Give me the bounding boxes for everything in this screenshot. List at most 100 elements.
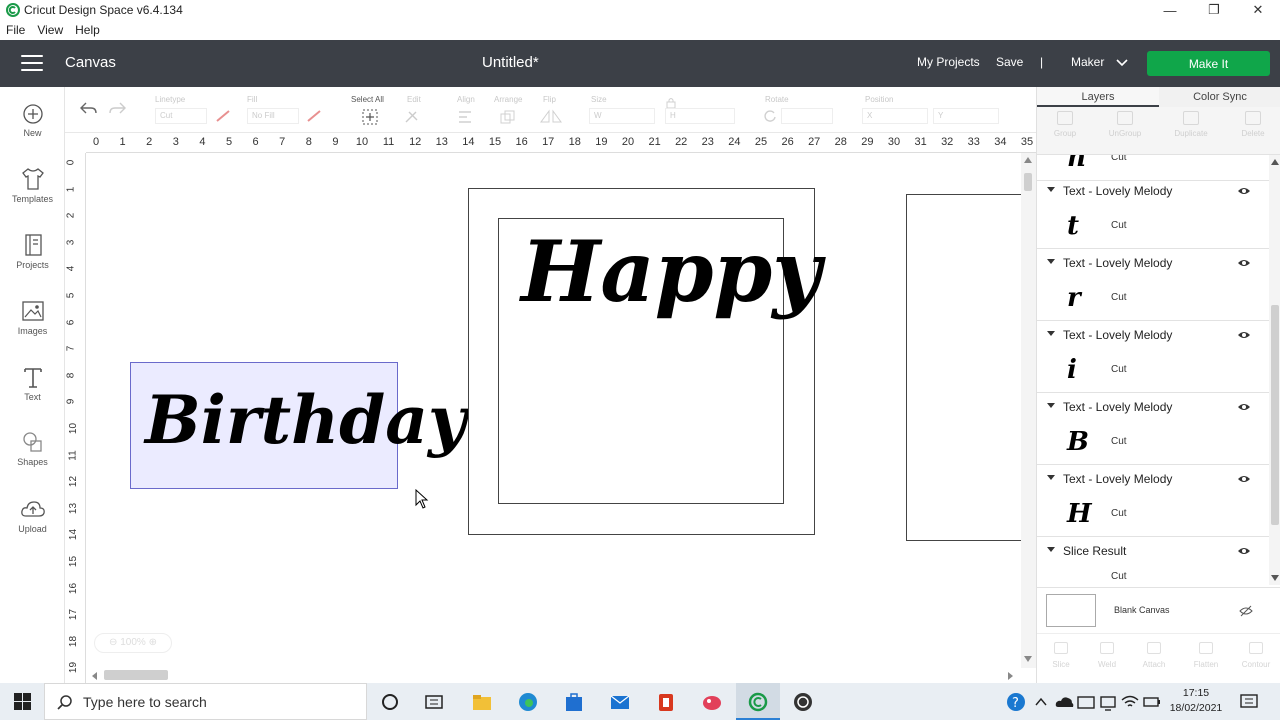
blank-canvas-row[interactable]: Blank Canvas (1037, 587, 1280, 633)
pen-color-icon[interactable] (215, 109, 231, 123)
blank-canvas-swatch[interactable] (1046, 594, 1096, 627)
canvas-vertical-scrollbar[interactable] (1021, 153, 1036, 668)
attach-button[interactable]: Attach (1130, 642, 1178, 669)
height-input[interactable]: H (665, 108, 735, 124)
layer-row-slice[interactable]: Cut (1037, 565, 1269, 585)
card-inner-frame[interactable]: Happy (498, 218, 821, 504)
sidebar-item-shapes[interactable]: Shapes (0, 430, 65, 467)
edit-icon[interactable] (403, 109, 421, 125)
layer-row[interactable]: B Cut (1037, 421, 1269, 465)
scroll-down-icon[interactable] (1024, 656, 1032, 662)
menu-help[interactable]: Help (75, 23, 100, 37)
layers-scroll-thumb[interactable] (1271, 305, 1279, 525)
zoom-control[interactable]: ⊖ 100% ⊕ (94, 633, 172, 653)
taskbar-active-app[interactable] (736, 683, 780, 720)
layer-row[interactable]: r Cut (1037, 277, 1269, 321)
chevron-down-icon[interactable] (1116, 59, 1128, 67)
zoom-in-icon[interactable]: ⊕ (149, 637, 157, 648)
notifications-icon[interactable] (1238, 691, 1260, 713)
eye-icon[interactable] (1237, 472, 1251, 486)
arrange-icon[interactable] (499, 109, 519, 125)
duplicate-button[interactable]: Duplicate (1163, 111, 1219, 138)
undo-icon[interactable] (79, 101, 97, 115)
eye-hidden-icon[interactable] (1239, 604, 1253, 618)
scroll-right-icon[interactable] (1008, 672, 1014, 680)
scroll-up-icon[interactable] (1024, 157, 1032, 163)
zoom-out-icon[interactable]: ⊖ (109, 637, 117, 648)
sidebar-item-projects[interactable]: Projects (0, 233, 65, 270)
chevron-up-icon[interactable] (1030, 691, 1052, 713)
x-input[interactable]: X (862, 108, 928, 124)
tab-color-sync[interactable]: Color Sync (1159, 87, 1280, 107)
menu-view[interactable]: View (37, 23, 63, 37)
task-view-icon[interactable] (423, 691, 445, 713)
birthday-text[interactable]: Birthday (145, 375, 466, 465)
eye-icon[interactable] (1237, 256, 1251, 270)
network-icon[interactable] (1097, 691, 1119, 713)
wifi-icon[interactable] (1119, 691, 1141, 713)
caret-down-icon[interactable] (1047, 547, 1055, 552)
rotate-input[interactable] (781, 108, 833, 124)
document-title[interactable]: Untitled* (482, 54, 539, 71)
sidebar-item-templates[interactable]: Templates (0, 167, 65, 204)
layer-group-header-slice[interactable]: Slice Result (1037, 537, 1269, 565)
horizontal-scroll-thumb[interactable] (104, 670, 168, 680)
happy-text[interactable]: Happy (521, 217, 821, 327)
flip-icon[interactable] (539, 109, 563, 125)
system-clock[interactable]: 17:15 18/02/2021 (1166, 686, 1226, 716)
design-canvas[interactable]: Birthday Happy ⊖ 100% ⊕ (86, 153, 1021, 668)
hamburger-menu-icon[interactable] (21, 55, 43, 71)
caret-down-icon[interactable] (1047, 259, 1055, 264)
help-icon[interactable]: ? (1005, 691, 1027, 713)
fill-color-icon[interactable] (306, 109, 322, 123)
canvas-horizontal-scrollbar[interactable] (86, 668, 1021, 683)
make-it-button[interactable]: Make It (1147, 51, 1270, 76)
align-icon[interactable] (457, 109, 477, 125)
y-input[interactable]: Y (933, 108, 999, 124)
caret-down-icon[interactable] (1047, 475, 1055, 480)
redo-icon[interactable] (109, 101, 127, 115)
flatten-button[interactable]: Flatten (1182, 642, 1230, 669)
caret-down-icon[interactable] (1047, 403, 1055, 408)
tab-layers[interactable]: Layers (1037, 87, 1159, 107)
cortana-icon[interactable] (379, 691, 401, 713)
eye-icon[interactable] (1237, 328, 1251, 342)
my-projects-button[interactable]: My Projects (917, 55, 980, 69)
fill-select[interactable]: No Fill (247, 108, 299, 124)
save-button[interactable]: Save (996, 55, 1023, 69)
office-icon[interactable] (655, 691, 677, 713)
layer-group-header[interactable]: Text - Lovely Melody (1037, 177, 1269, 205)
paint-app-icon[interactable] (701, 691, 723, 713)
scroll-up-icon[interactable] (1271, 159, 1279, 165)
edge-browser-icon[interactable] (517, 691, 539, 713)
linetype-select[interactable]: Cut (155, 108, 207, 124)
slice-button[interactable]: Slice (1037, 642, 1085, 669)
scroll-down-icon[interactable] (1271, 575, 1279, 581)
layer-group-header[interactable]: Text - Lovely Melody (1037, 249, 1269, 277)
restore-icon[interactable]: ❐ (1192, 0, 1236, 20)
card-partial-frame[interactable] (906, 194, 1021, 541)
sidebar-item-upload[interactable]: Upload (0, 497, 65, 534)
ungroup-button[interactable]: UnGroup (1097, 111, 1153, 138)
sidebar-item-text[interactable]: Text (0, 365, 65, 402)
vertical-scroll-thumb[interactable] (1024, 173, 1032, 191)
delete-button[interactable]: Delete (1225, 111, 1280, 138)
taskbar-search-box[interactable]: Type here to search (44, 683, 367, 720)
layers-scrollbar[interactable] (1269, 155, 1280, 585)
eye-icon[interactable] (1237, 184, 1251, 198)
layer-row[interactable]: H Cut (1037, 493, 1269, 537)
obs-icon[interactable] (792, 691, 814, 713)
caret-down-icon[interactable] (1047, 331, 1055, 336)
onedrive-icon[interactable] (1053, 691, 1075, 713)
layer-row[interactable]: t Cut (1037, 205, 1269, 249)
sidebar-item-new[interactable]: New (0, 103, 65, 138)
width-input[interactable]: W (589, 108, 655, 124)
menu-file[interactable]: File (6, 23, 25, 37)
layer-row[interactable]: i Cut (1037, 349, 1269, 393)
close-window-icon[interactable]: ✕ (1236, 0, 1280, 20)
group-button[interactable]: Group (1037, 111, 1093, 138)
layer-group-header[interactable]: Text - Lovely Melody (1037, 321, 1269, 349)
layer-group-header[interactable]: Text - Lovely Melody (1037, 465, 1269, 493)
select-all-icon[interactable] (362, 109, 378, 125)
windows-start-icon[interactable] (14, 693, 31, 710)
